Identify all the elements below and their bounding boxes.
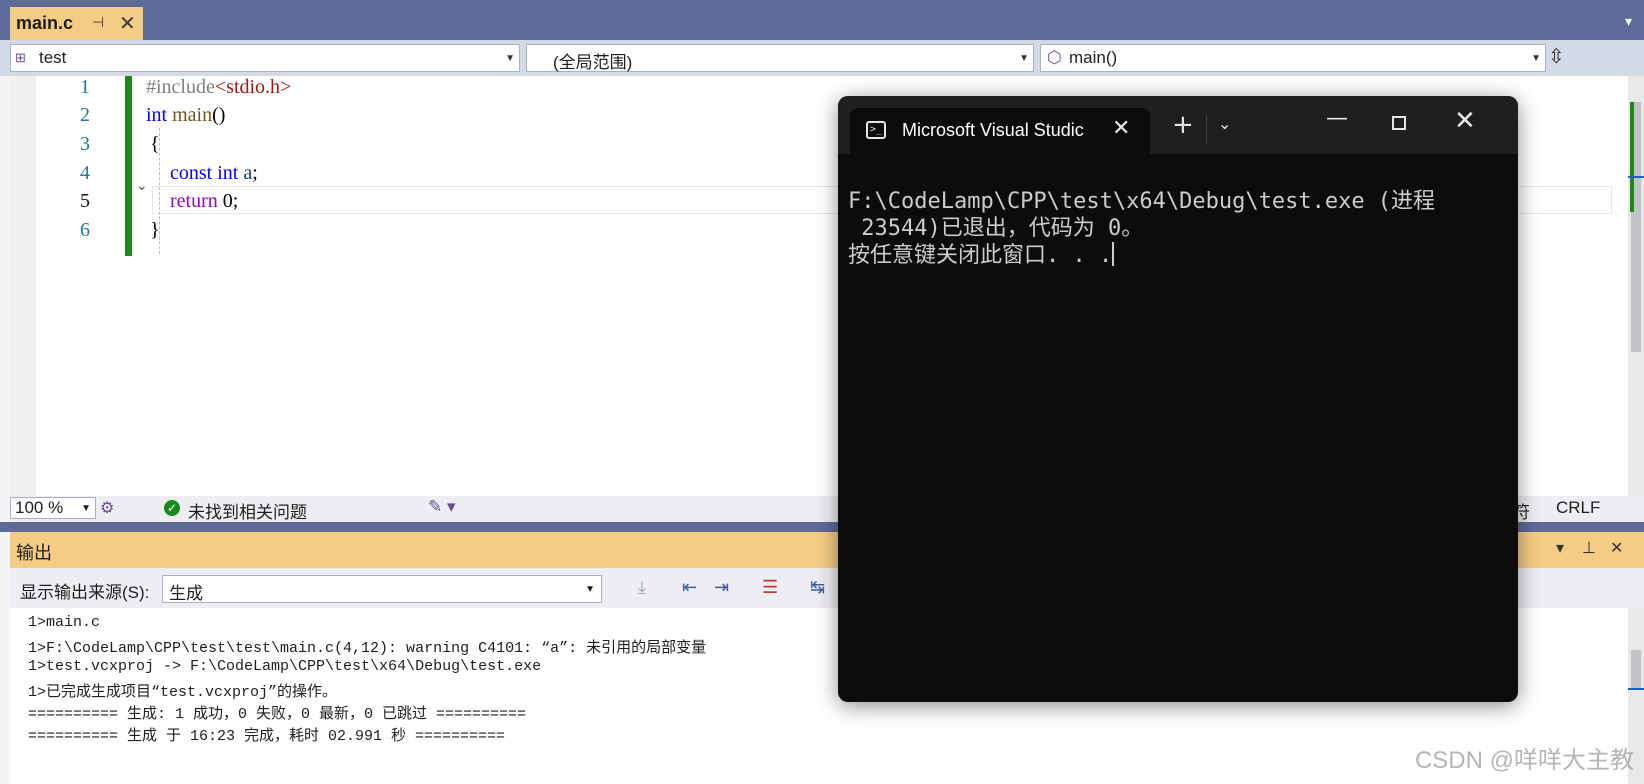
text-cursor (1112, 242, 1115, 266)
pin-icon[interactable]: ⊥ (1582, 538, 1596, 558)
pin-icon[interactable]: ⊣ (92, 15, 104, 31)
close-icon[interactable]: ✕ (119, 11, 136, 35)
caret-marker (1628, 176, 1644, 178)
chevron-down-icon[interactable]: ▾ (1556, 538, 1564, 558)
terminal-tab[interactable]: >_ Microsoft Visual Studic ✕ (850, 108, 1150, 154)
output-line: 1>已完成生成项目“test.vcxproj”的操作。 (28, 684, 338, 701)
output-source-dropdown[interactable]: 生成 ▼ (162, 575, 602, 603)
project-icon: ⊞ (15, 50, 26, 65)
output-title: 输出 (16, 543, 52, 563)
project-dropdown[interactable]: ⊞ test ▼ (10, 44, 520, 72)
output-line: ========== 生成 于 16:23 完成，耗时 02.991 秒 ===… (28, 728, 506, 745)
scroll-thumb[interactable] (1631, 650, 1641, 690)
project-name: test (39, 48, 67, 67)
chevron-down-icon: ▼ (505, 53, 515, 64)
line-number: 5 (80, 190, 90, 212)
change-indicator (125, 76, 132, 256)
function-name: main() (1069, 48, 1118, 67)
divider (1206, 116, 1207, 144)
zoom-value: 100 % (15, 498, 64, 517)
document-tab-bar: main.c ⊣ ✕ ▾ (0, 0, 1644, 40)
code-line-4: const int a; (170, 162, 258, 184)
terminal-line: F:\CodeLamp\CPP\test\x64\Debug\test.exe … (848, 189, 1436, 214)
goto-source-icon[interactable]: ⤓ (638, 577, 646, 598)
chevron-down-icon: ▼ (585, 584, 595, 595)
line-number: 3 (80, 133, 90, 155)
terminal-output[interactable]: F:\CodeLamp\CPP\test\x64\Debug\test.exe … (848, 188, 1435, 269)
chevron-down-icon: ▼ (81, 503, 91, 514)
word-wrap-icon[interactable]: ↹ (810, 577, 825, 598)
terminal-icon: >_ (866, 121, 886, 139)
line-number: 1 (80, 76, 90, 98)
check-icon: ✓ (164, 500, 180, 516)
change-marker (1630, 102, 1634, 212)
issues-status[interactable]: 未找到相关问题 (188, 498, 307, 523)
line-number: 2 (80, 104, 90, 126)
code-line-2: int main() (146, 104, 226, 126)
terminal-line: 23544)已退出，代码为 0。 (848, 216, 1144, 241)
caret-marker (1628, 688, 1644, 690)
editor-scrollbar[interactable] (1628, 76, 1644, 496)
output-line: 1>main.c (28, 614, 101, 631)
function-dropdown[interactable]: ⬡ main() ▼ (1040, 44, 1546, 72)
code-line-5: return 0; (170, 190, 239, 212)
clear-all-icon[interactable]: ☰ (762, 577, 778, 598)
terminal-window[interactable]: >_ Microsoft Visual Studic ✕ + ⌄ — ✕ F:\… (838, 96, 1518, 702)
output-line: ========== 生成: 1 成功，0 失败，0 最新，0 已跳过 ====… (28, 706, 527, 723)
navigation-bar: ⊞ test ▼ (全局范围) ▼ ⬡ main() ▼ ⇳ (0, 40, 1644, 76)
cleanup-brush-icon[interactable]: ✎ ▾ (428, 497, 456, 517)
line-ending-indicator[interactable]: CRLF (1556, 498, 1600, 518)
chevron-down-icon: ▼ (1019, 53, 1029, 64)
chevron-down-icon[interactable]: ⌄ (1218, 114, 1231, 133)
line-number: 4 (80, 162, 90, 184)
scope-name: (全局范围) (553, 53, 633, 72)
output-line: 1>F:\CodeLamp\CPP\test\test\main.c(4,12)… (28, 640, 707, 657)
scope-dropdown[interactable]: (全局范围) ▼ (526, 44, 1034, 72)
close-window-icon[interactable]: ✕ (1454, 106, 1476, 136)
output-line: 1>test.vcxproj -> F:\CodeLamp\CPP\test\x… (28, 658, 542, 675)
minimize-icon[interactable]: — (1326, 106, 1348, 131)
new-tab-icon[interactable]: + (1172, 110, 1194, 140)
maximize-icon[interactable] (1392, 116, 1406, 130)
prev-message-icon[interactable]: ⇤ (682, 577, 697, 598)
output-source-value: 生成 (169, 584, 203, 603)
close-icon[interactable]: ✕ (1112, 116, 1130, 141)
line-number: 6 (80, 219, 90, 241)
terminal-titlebar[interactable]: >_ Microsoft Visual Studic ✕ + ⌄ — ✕ (838, 96, 1518, 154)
split-icon[interactable]: ⇳ (1548, 44, 1565, 68)
terminal-line: 按任意键关闭此窗口. . . (848, 243, 1113, 268)
code-line-1: #include<stdio.h> (146, 76, 292, 98)
fold-icon[interactable]: ⌄ (136, 178, 148, 194)
watermark: CSDN @咩咩大主教 (1414, 747, 1634, 774)
close-icon[interactable]: ✕ (1610, 538, 1623, 558)
next-message-icon[interactable]: ⇥ (714, 577, 729, 598)
tab-title: main.c (16, 13, 74, 33)
cube-icon: ⬡ (1047, 48, 1062, 67)
code-line-3: { (150, 133, 160, 155)
terminal-tab-title: Microsoft Visual Studic (902, 120, 1084, 140)
chevron-down-icon[interactable]: ▾ (1625, 14, 1632, 30)
health-icon[interactable]: ⚙ (100, 498, 114, 518)
code-line-6: } (150, 219, 160, 241)
chevron-down-icon: ▼ (1531, 53, 1541, 64)
zoom-dropdown[interactable]: 100 % ▼ (10, 497, 96, 519)
tab-main-c[interactable]: main.c ⊣ ✕ (10, 7, 143, 40)
output-source-label: 显示输出来源(S): (20, 583, 150, 602)
